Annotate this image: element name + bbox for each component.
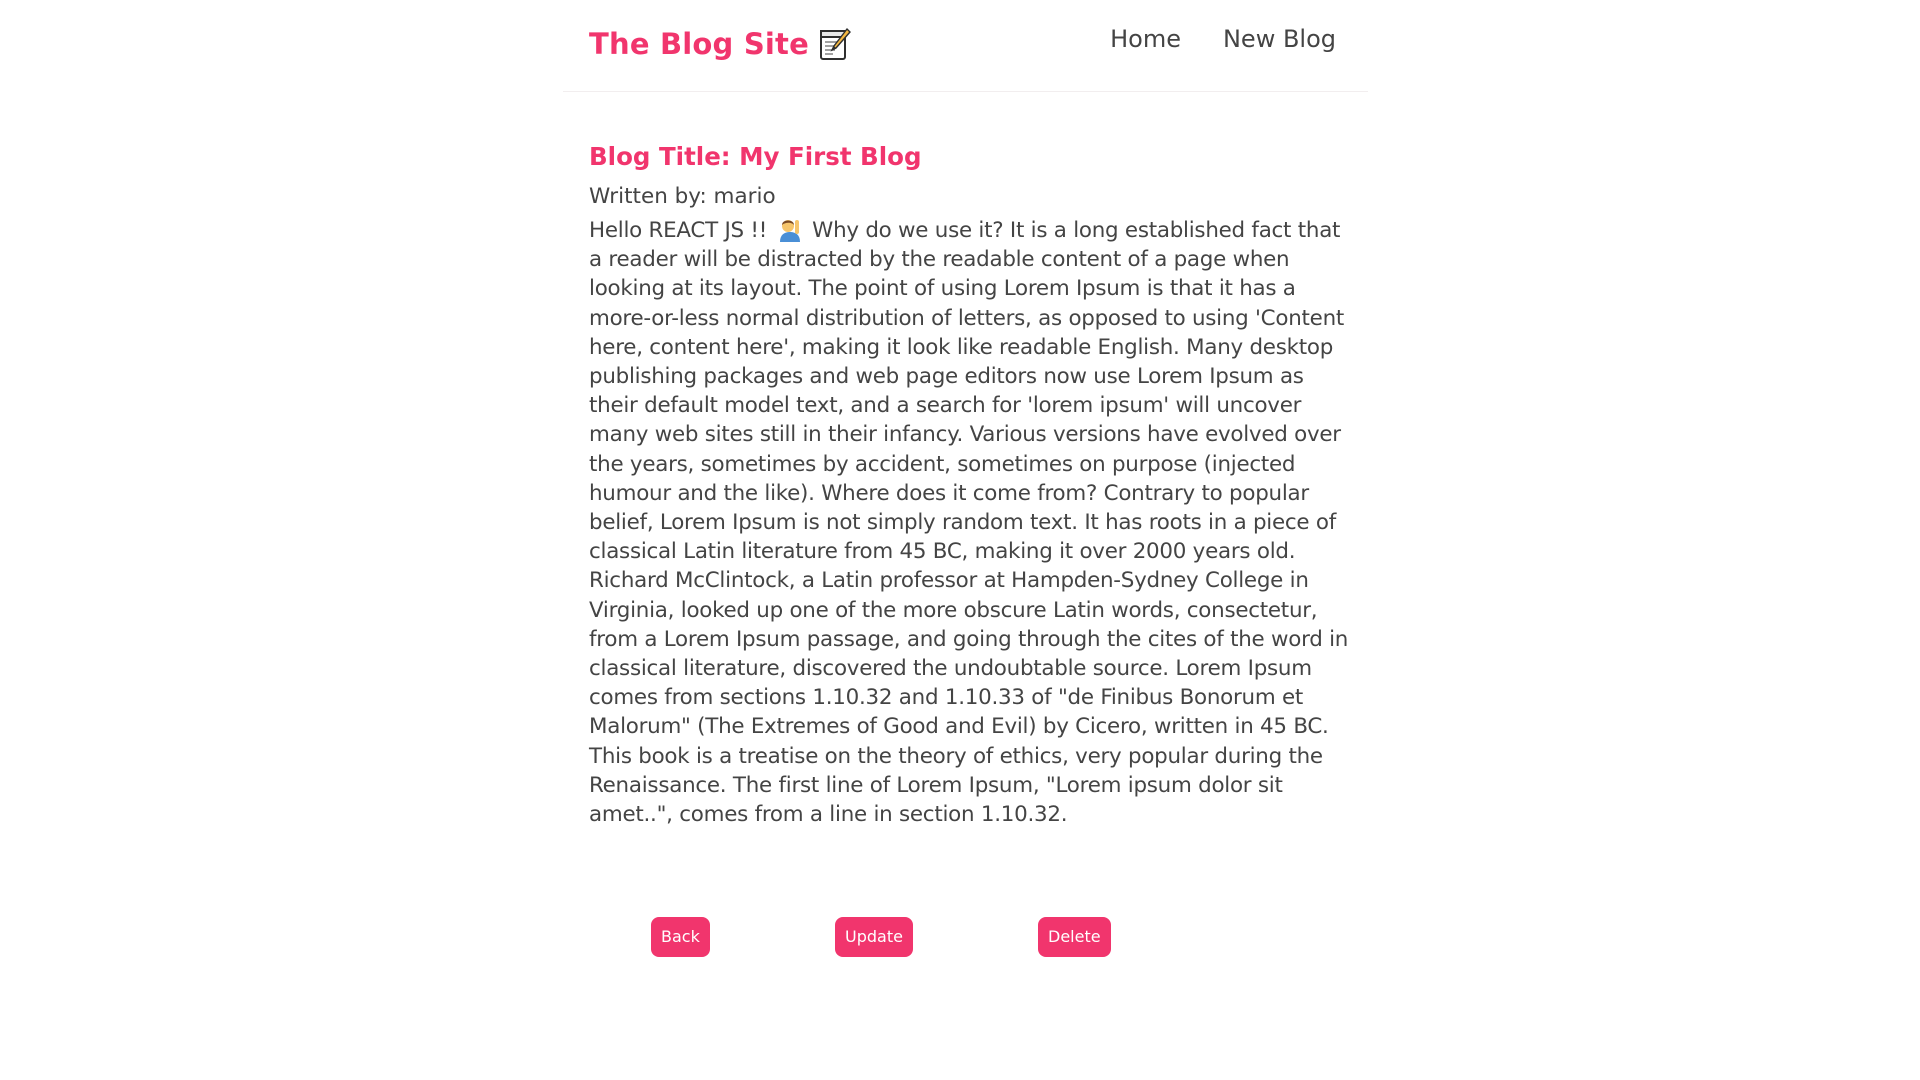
- update-button[interactable]: Update: [835, 917, 913, 957]
- main-container: The Blog Site Home New Blog: [563, 0, 1368, 92]
- blog-title: Blog Title: My First Blog: [589, 142, 922, 171]
- person-raising-hand-icon: [776, 216, 804, 242]
- nav-links: Home New Blog: [1068, 25, 1336, 53]
- back-button[interactable]: Back: [651, 917, 710, 957]
- nav-link-new-blog[interactable]: New Blog: [1223, 25, 1336, 53]
- blog-details: Blog Title: My First Blog Written by: ma…: [589, 142, 1349, 829]
- navbar: The Blog Site Home New Blog: [563, 0, 1368, 92]
- memo-icon: [819, 27, 851, 61]
- brand[interactable]: The Blog Site: [589, 27, 851, 61]
- blog-body-text: Why do we use it? It is a long establish…: [589, 218, 1349, 828]
- page: The Blog Site Home New Blog Blog Title: …: [0, 0, 1920, 1080]
- blog-body-intro: Hello REACT JS !!: [589, 218, 768, 243]
- nav-link-home[interactable]: Home: [1110, 25, 1181, 53]
- blog-body: Hello REACT JS !! Why do we use it? It i…: [589, 216, 1349, 829]
- delete-button[interactable]: Delete: [1038, 917, 1111, 957]
- blog-author: Written by: mario: [589, 184, 776, 209]
- site-title[interactable]: The Blog Site: [589, 27, 809, 61]
